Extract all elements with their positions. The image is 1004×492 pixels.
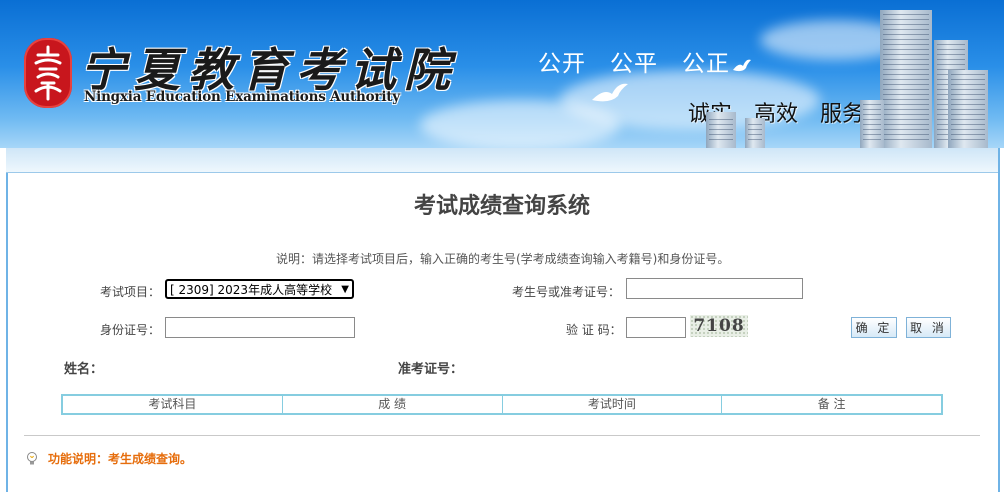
header-banner: 宁夏教育考试院 Ningxia Education Examinations A… bbox=[0, 0, 1004, 148]
dove-icon bbox=[733, 59, 751, 72]
candidate-label: 考生号或准考证号： bbox=[512, 285, 621, 299]
column-header-subject: 考试科目 bbox=[63, 396, 283, 413]
divider bbox=[24, 435, 980, 436]
captcha-label: 验 证 码： bbox=[566, 323, 622, 337]
building-decoration bbox=[948, 70, 988, 148]
confirm-button[interactable]: 确 定 bbox=[851, 317, 897, 338]
building-decoration bbox=[880, 10, 932, 148]
sub-header-bar bbox=[6, 148, 998, 173]
dove-icon bbox=[592, 83, 628, 102]
exam-label: 考试项目： bbox=[100, 285, 161, 299]
exam-select-value: [ 2309] 2023年成人高等学校 bbox=[170, 282, 333, 297]
logo-english-name: Ningxia Education Examinations Authority bbox=[84, 89, 400, 105]
instruction-note: 说明：请选择考试项目后，输入正确的考生号(学考成绩查询输入考籍号)和身份证号。 bbox=[276, 252, 730, 266]
building-decoration bbox=[860, 100, 884, 148]
logo-seal-icon bbox=[24, 38, 72, 108]
column-header-remark: 备 注 bbox=[817, 397, 846, 411]
exam-select[interactable]: [ 2309] 2023年成人高等学校 ▼ bbox=[165, 279, 354, 299]
candidate-number-input[interactable] bbox=[626, 278, 803, 299]
id-label: 身份证号： bbox=[100, 323, 161, 337]
cancel-button[interactable]: 取 消 bbox=[906, 317, 951, 338]
score-table-header: 考试科目 成 绩 考试时间 备 注 bbox=[61, 394, 943, 415]
lightbulb-icon bbox=[27, 452, 37, 465]
id-number-input[interactable] bbox=[165, 317, 355, 338]
cloud-decoration bbox=[420, 100, 620, 148]
column-header-score: 成 绩 bbox=[283, 396, 503, 413]
building-decoration bbox=[706, 112, 736, 148]
column-header-time: 考试时间 bbox=[503, 396, 723, 413]
name-label: 姓名： bbox=[64, 362, 104, 377]
function-note: 功能说明：考生成绩查询。 bbox=[48, 452, 193, 466]
chevron-down-icon: ▼ bbox=[341, 283, 349, 295]
page-title: 考试成绩查询系统 bbox=[413, 194, 590, 219]
ticket-number-label: 准考证号： bbox=[398, 362, 464, 377]
captcha-input[interactable] bbox=[626, 317, 686, 338]
slogan-top: 公开 公平 公正 bbox=[538, 51, 730, 77]
building-decoration bbox=[745, 118, 765, 148]
captcha-image[interactable]: 7108 bbox=[690, 315, 748, 337]
